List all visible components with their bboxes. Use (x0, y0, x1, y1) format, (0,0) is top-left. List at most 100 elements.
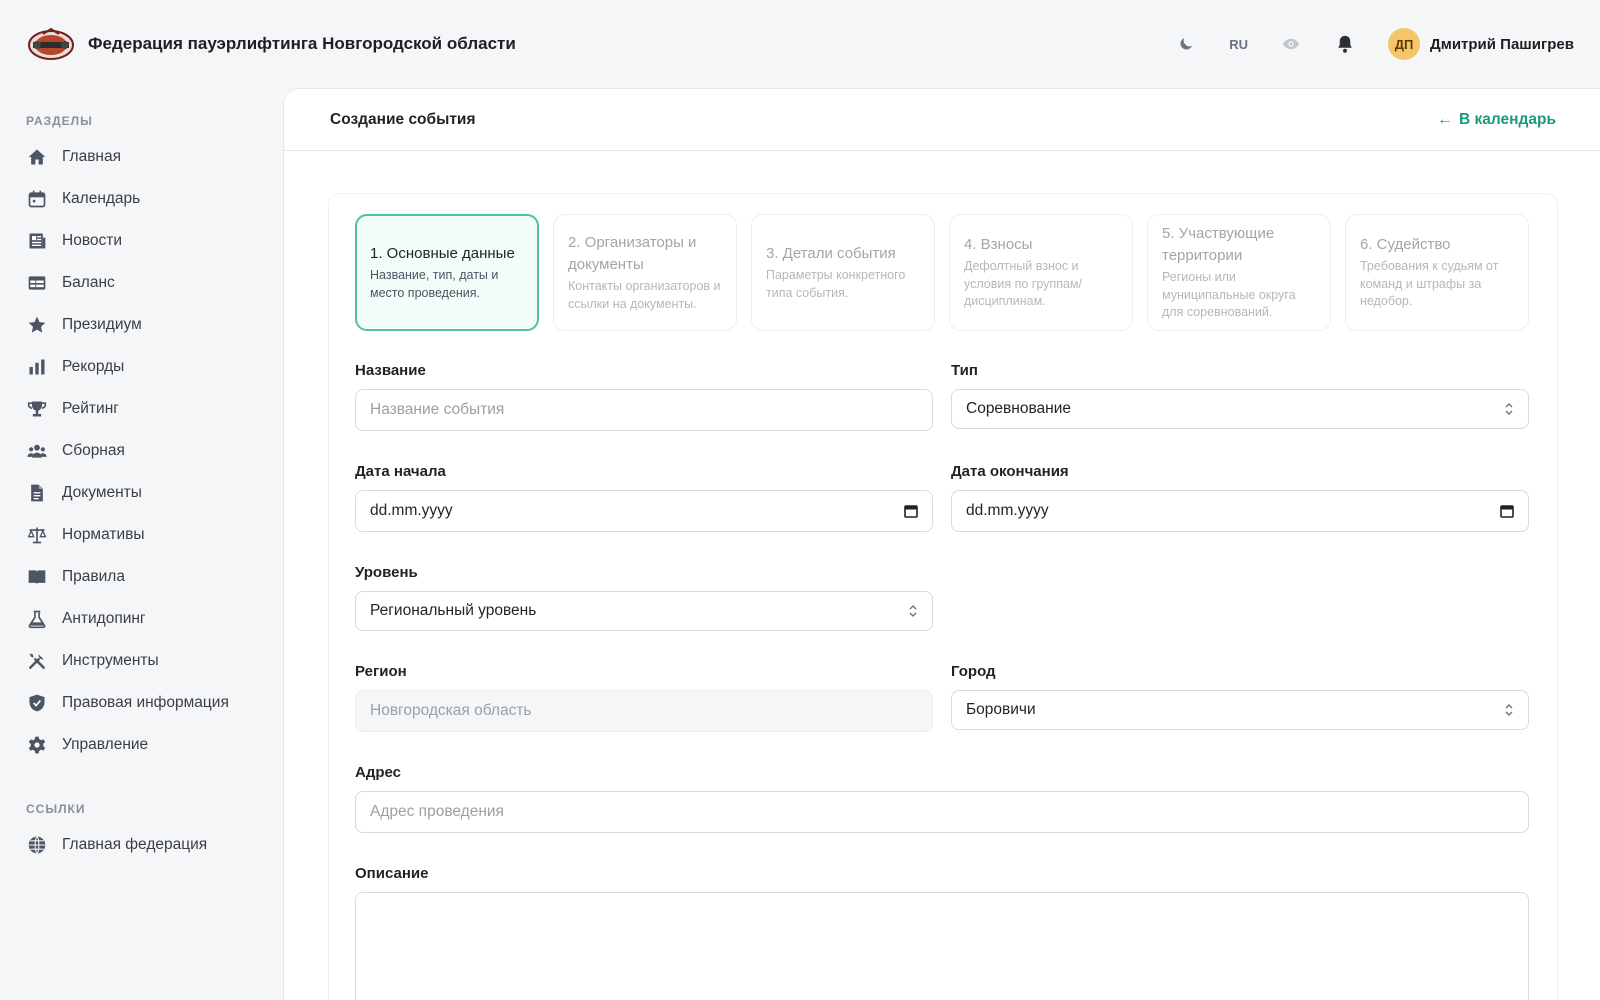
sidebar-item-label: Антидопинг (62, 610, 146, 627)
table-icon (26, 272, 48, 294)
sidebar-item-news[interactable]: Новости (26, 220, 257, 262)
wizard-steps: 1. Основные данные Название, тип, даты и… (355, 214, 1529, 331)
select-chevron-icon (1504, 402, 1514, 416)
newspaper-icon (26, 230, 48, 252)
name-label: Название (355, 362, 426, 379)
sidebar-item-rating[interactable]: Рейтинг (26, 388, 257, 430)
sidebar-item-balance[interactable]: Баланс (26, 262, 257, 304)
user-name[interactable]: Дмитрий Пашигрев (1430, 36, 1574, 53)
star-icon (26, 314, 48, 336)
description-label: Описание (355, 865, 429, 882)
arrow-left-icon: ← (1437, 110, 1454, 128)
sidebar-item-label: Рекорды (62, 358, 125, 375)
calendar-icon (26, 188, 48, 210)
globe-icon (26, 834, 48, 856)
step-title: 3. Детали события (766, 245, 896, 262)
calendar-picker-icon[interactable] (1500, 504, 1514, 518)
sidebar-item-label: Календарь (62, 190, 141, 207)
step-title: 6. Судейство (1360, 236, 1451, 254)
sidebar-item-label: Нормативы (62, 526, 145, 543)
start-date-input[interactable]: dd.mm.yyyy (355, 490, 933, 532)
city-label: Город (951, 663, 996, 680)
address-placeholder: Адрес проведения (370, 803, 504, 820)
type-select[interactable]: Соревнование (951, 389, 1529, 429)
language-switch[interactable]: RU (1229, 37, 1248, 52)
home-icon (26, 146, 48, 168)
sidebar-item-label: Главная федерация (62, 836, 208, 853)
start-date-label: Дата начала (355, 463, 446, 480)
scales-icon (26, 524, 48, 546)
step-description: Название, тип, даты и место проведения. (370, 268, 499, 300)
flask-icon (26, 608, 48, 630)
step-description: Параметры конкретного типа события. (766, 268, 906, 300)
sidebar-item-label: Документы (62, 484, 142, 501)
tools-icon (26, 650, 48, 672)
bell-icon[interactable] (1334, 33, 1356, 55)
sidebar-item-management[interactable]: Управление (26, 724, 257, 766)
step-description: Контакты организаторов и ссылки на докум… (568, 279, 721, 311)
region-label: Регион (355, 663, 407, 680)
sidebar-item-team[interactable]: Сборная (26, 430, 257, 472)
gear-icon (26, 734, 48, 756)
step-territories[interactable]: 5. Участвующие территории Регионы или му… (1147, 214, 1331, 331)
main-panel: Создание события ← В календарь 1. Основн… (283, 88, 1600, 1000)
type-value: Соревнование (966, 400, 1071, 417)
users-icon (26, 440, 48, 462)
avatar[interactable]: ДП (1388, 28, 1421, 60)
level-select[interactable]: Региональный уровень (355, 591, 933, 631)
calendar-picker-icon[interactable] (904, 504, 918, 518)
end-date-value: dd.mm.yyyy (966, 502, 1049, 519)
sidebar-item-records[interactable]: Рекорды (26, 346, 257, 388)
sidebar-item-label: Правовая информация (62, 694, 229, 711)
address-label: Адрес (355, 764, 402, 781)
sidebar-item-rules[interactable]: Правила (26, 556, 257, 598)
description-textarea[interactable] (355, 892, 1529, 1000)
level-value: Региональный уровень (370, 602, 537, 619)
level-label: Уровень (355, 564, 418, 581)
event-name-placeholder: Название события (370, 401, 505, 418)
book-icon (26, 566, 48, 588)
sidebar-item-label: Правила (62, 568, 125, 585)
org-title: Федерация пауэрлифтинга Новгородской обл… (88, 34, 516, 53)
sidebar-item-antidoping[interactable]: Антидопинг (26, 598, 257, 640)
sidebar-link-main-federation[interactable]: Главная федерация (26, 824, 257, 866)
federation-logo[interactable] (26, 25, 76, 63)
sidebar-item-label: Баланс (62, 274, 115, 291)
sidebar-item-label: Главная (62, 148, 121, 165)
city-value: Боровичи (966, 701, 1036, 718)
step-judging[interactable]: 6. Судейство Требования к судьям от кома… (1345, 214, 1529, 331)
step-basic-data[interactable]: 1. Основные данные Название, тип, даты и… (355, 214, 539, 331)
moon-icon[interactable] (1175, 33, 1197, 55)
step-event-details[interactable]: 3. Детали события Параметры конкретного … (751, 214, 935, 331)
step-description: Требования к судьям от команд и штрафы з… (1360, 259, 1499, 309)
step-title: 2. Организаторы и документы (568, 234, 697, 273)
step-title: 5. Участвующие территории (1162, 225, 1275, 265)
eye-icon[interactable] (1280, 33, 1302, 55)
sidebar-item-label: Президиум (62, 316, 142, 333)
sidebar-item-legal-info[interactable]: Правовая информация (26, 682, 257, 724)
event-name-input[interactable]: Название события (355, 389, 933, 431)
step-description: Регионы или муниципальные округа для сор… (1162, 270, 1296, 320)
step-fees[interactable]: 4. Взносы Дефолтный взнос и условия по г… (949, 214, 1133, 331)
sidebar-item-home[interactable]: Главная (26, 136, 257, 178)
page-header: Создание события ← В календарь (284, 89, 1600, 151)
city-select[interactable]: Боровичи (951, 690, 1529, 730)
sidebar: РАЗДЕЛЫ Главная Календарь Новости Баланс… (0, 88, 283, 1000)
address-input[interactable]: Адрес проведения (355, 791, 1529, 833)
step-organizers[interactable]: 2. Организаторы и документы Контакты орг… (553, 214, 737, 331)
step-title: 1. Основные данные (370, 245, 515, 262)
sidebar-item-label: Управление (62, 736, 149, 753)
sidebar-item-standards[interactable]: Нормативы (26, 514, 257, 556)
sidebar-item-presidium[interactable]: Президиум (26, 304, 257, 346)
page-title: Создание события (330, 110, 476, 128)
sidebar-item-calendar[interactable]: Календарь (26, 178, 257, 220)
sidebar-section-title: ССЫЛКИ (26, 802, 86, 816)
sidebar-item-tools[interactable]: Инструменты (26, 640, 257, 682)
end-date-input[interactable]: dd.mm.yyyy (951, 490, 1529, 532)
top-bar: Федерация пауэрлифтинга Новгородской обл… (0, 0, 1600, 88)
back-to-calendar-link[interactable]: ← В календарь (1437, 111, 1556, 129)
sidebar-item-documents[interactable]: Документы (26, 472, 257, 514)
select-chevron-icon (1504, 703, 1514, 717)
trophy-icon (26, 398, 48, 420)
region-value: Новгородская область (370, 702, 532, 719)
